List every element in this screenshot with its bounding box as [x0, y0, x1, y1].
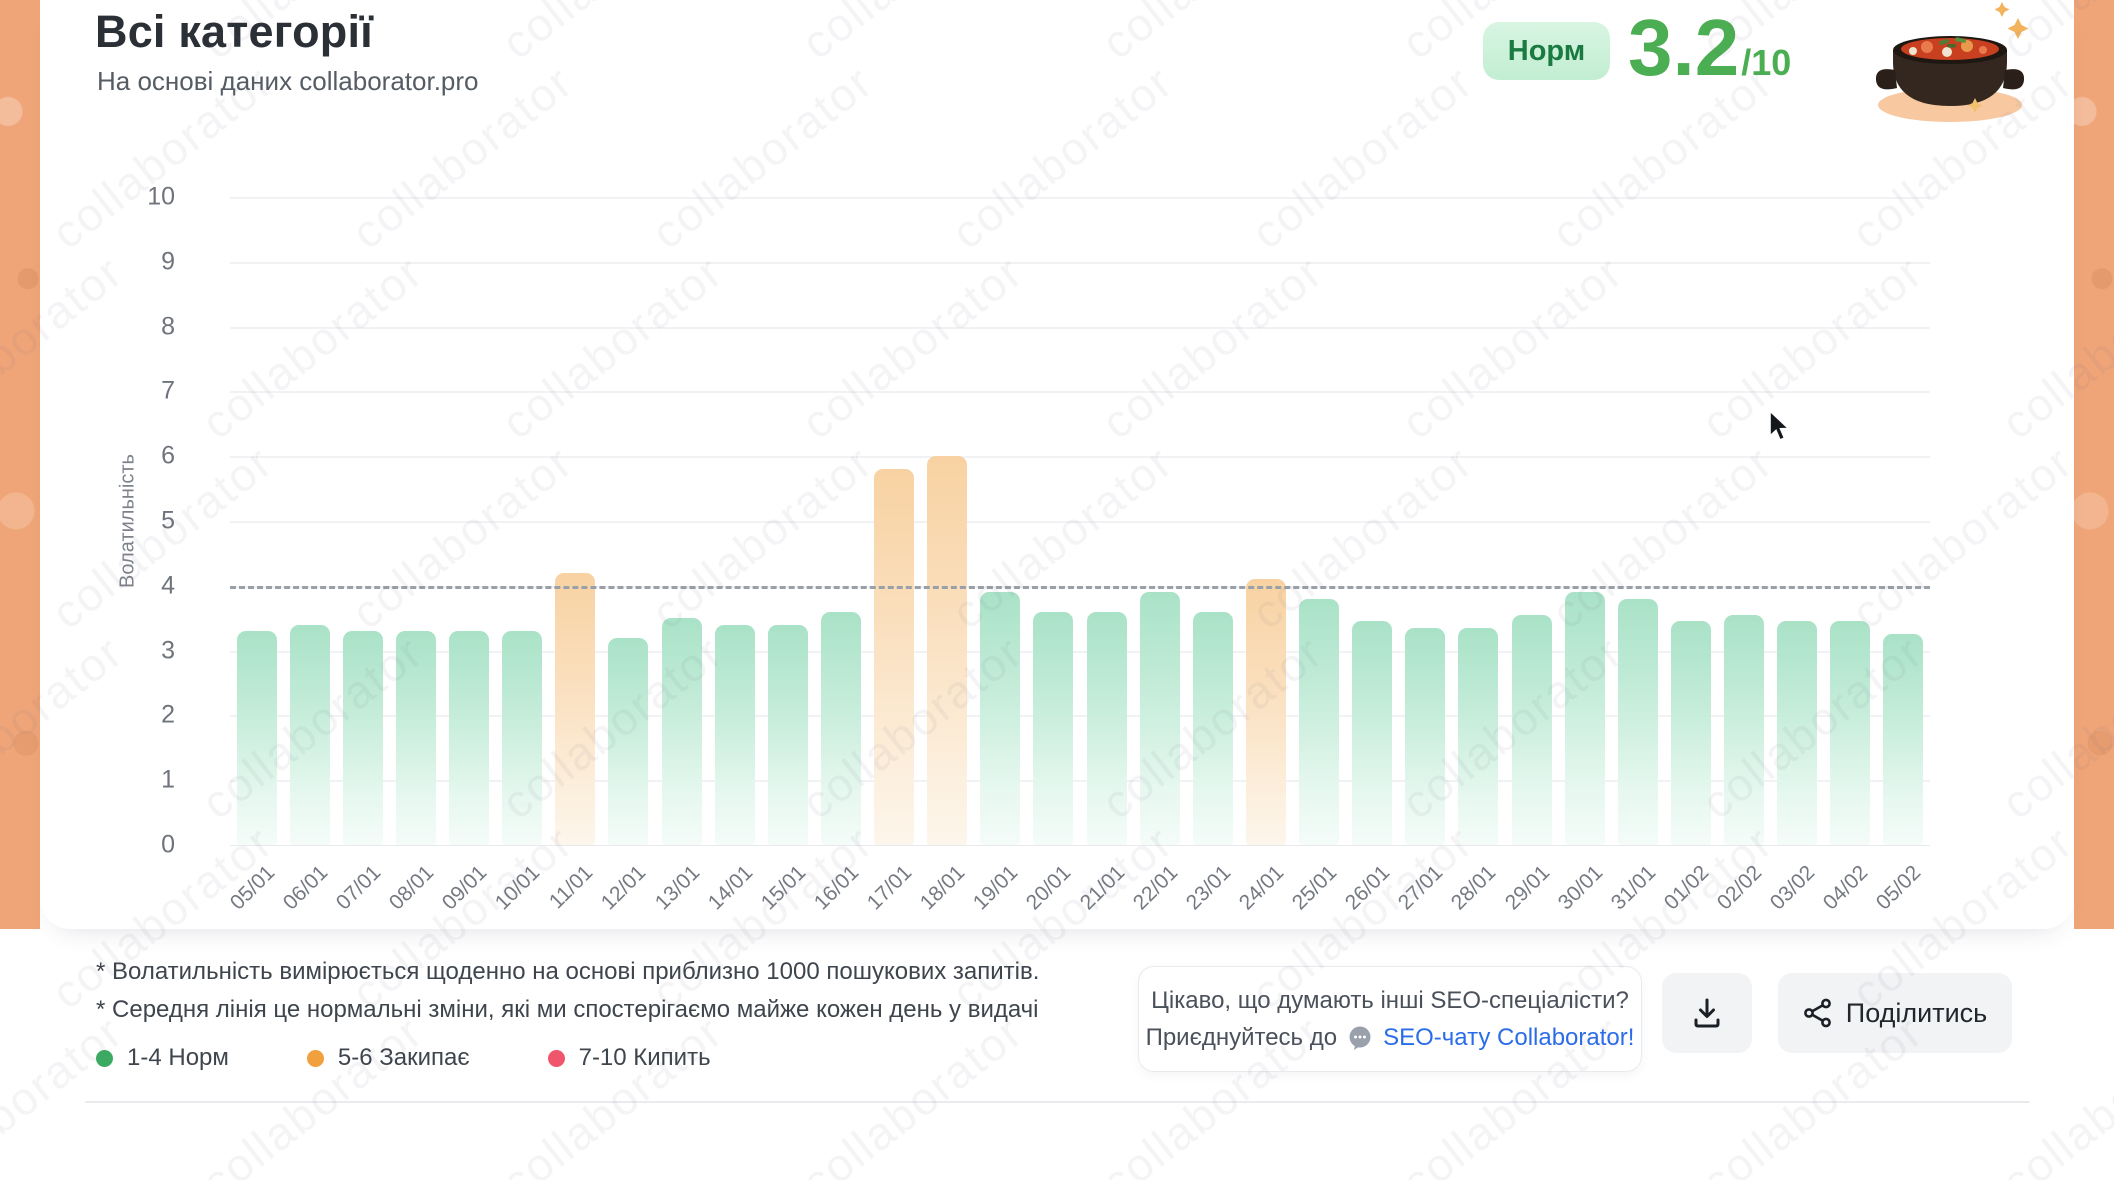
gridline: [230, 327, 1930, 329]
gridline: [230, 456, 1930, 458]
volatility-bar-31-01[interactable]: [1618, 599, 1658, 845]
volatility-bar-25-01[interactable]: [1299, 599, 1339, 845]
volatility-bar-26-01[interactable]: [1352, 621, 1392, 845]
page-title: Всі категорії: [95, 6, 373, 58]
legend-item-norm: 1-4 Норм: [96, 1044, 229, 1072]
share-button[interactable]: Поділитись: [1778, 973, 2012, 1053]
cta-question: Цікаво, що думають інші SEO-спеціалісти?: [1151, 987, 1629, 1015]
x-axis-baseline: [230, 845, 1930, 846]
mouse-cursor: [1768, 410, 1798, 444]
y-tick-label: 2: [115, 701, 175, 730]
y-tick-label: 0: [115, 831, 175, 860]
score-max: /10: [1741, 42, 1791, 84]
watermark-text: collaborator: [791, 1004, 1033, 1180]
volatility-bar-13-01[interactable]: [662, 618, 702, 845]
download-button[interactable]: [1662, 973, 1752, 1053]
volatility-bar-18-01[interactable]: [927, 456, 967, 845]
volatility-bar-05-01[interactable]: [237, 631, 277, 845]
volatility-bar-21-01[interactable]: [1087, 612, 1127, 845]
volatility-bar-05-02[interactable]: [1883, 634, 1923, 845]
volatility-widget-card: Всі категорії На основі даних collaborat…: [40, 0, 2074, 929]
legend-item-boiling: 7-10 Кипить: [548, 1044, 711, 1072]
legend-label: 1-4 Норм: [127, 1044, 229, 1072]
page-background-left: [0, 0, 40, 929]
volatility-bar-06-01[interactable]: [290, 625, 330, 845]
volatility-bar-09-01[interactable]: [449, 631, 489, 845]
page-subtitle: На основі даних collaborator.pro: [97, 66, 479, 97]
volatility-bar-17-01[interactable]: [874, 469, 914, 845]
volatility-score: 3.2 /10: [1628, 8, 1791, 88]
cta-join-prefix: Приєднуйтесь до: [1146, 1024, 1338, 1052]
plot-area: 05/0106/0107/0108/0109/0110/0111/0112/01…: [230, 197, 1930, 845]
footnote-normal-line: * Середня лінія це нормальні зміни, які …: [96, 996, 1039, 1024]
score-value: 3.2: [1628, 8, 1739, 88]
volatility-bar-27-01[interactable]: [1405, 628, 1445, 845]
volatility-bar-22-01[interactable]: [1140, 592, 1180, 845]
gridline: [230, 391, 1930, 393]
y-tick-label: 10: [115, 183, 175, 212]
seo-chat-cta-box: Цікаво, що думають інші SEO-спеціалісти?…: [1138, 966, 1642, 1072]
legend-dot-green: [96, 1050, 113, 1067]
speech-bubble-icon: [1347, 1025, 1373, 1051]
volatility-bar-07-01[interactable]: [343, 631, 383, 845]
volatility-bar-30-01[interactable]: [1565, 592, 1605, 845]
volatility-bar-12-01[interactable]: [608, 638, 648, 845]
volatility-bar-16-01[interactable]: [821, 612, 861, 845]
volatility-bar-20-01[interactable]: [1033, 612, 1073, 845]
volatility-bar-11-01[interactable]: [555, 573, 595, 845]
page-background-right: [2074, 0, 2114, 929]
legend-label: 7-10 Кипить: [579, 1044, 711, 1072]
y-tick-label: 7: [115, 377, 175, 406]
volatility-bar-23-01[interactable]: [1193, 612, 1233, 845]
borscht-pot-icon: [1855, 0, 2050, 128]
volatility-bar-29-01[interactable]: [1512, 615, 1552, 845]
volatility-bar-03-02[interactable]: [1777, 621, 1817, 845]
y-tick-label: 8: [115, 312, 175, 341]
chart-legend: 1-4 Норм 5-6 Закипає 7-10 Кипить: [96, 1044, 789, 1072]
volatility-bar-02-02[interactable]: [1724, 615, 1764, 845]
footer-divider: [85, 1101, 2030, 1103]
volatility-bar-14-01[interactable]: [715, 625, 755, 845]
cta-join-line: Приєднуйтесь до SEO-чату Collaborator!: [1146, 1024, 1635, 1052]
gridline: [230, 521, 1930, 523]
legend-item-boiling-up: 5-6 Закипає: [307, 1044, 470, 1072]
y-tick-label: 9: [115, 247, 175, 276]
watermark-text: collaborator: [0, 1004, 133, 1180]
download-icon: [1690, 996, 1724, 1030]
volatility-bar-24-01[interactable]: [1246, 579, 1286, 845]
volatility-bar-04-02[interactable]: [1830, 621, 1870, 845]
footnote-measurement: * Волатильність вимірюється щоденно на о…: [96, 958, 1039, 986]
volatility-bar-10-01[interactable]: [502, 631, 542, 845]
volatility-bar-15-01[interactable]: [768, 625, 808, 845]
normal-level-dashed-line: [230, 586, 1930, 589]
legend-dot-red: [548, 1050, 565, 1067]
y-tick-label: 3: [115, 636, 175, 665]
watermark-text: collaborator: [191, 1004, 433, 1180]
y-tick-label: 5: [115, 507, 175, 536]
seo-chat-link[interactable]: SEO-чату Collaborator!: [1383, 1024, 1634, 1052]
share-button-label: Поділитись: [1846, 998, 1987, 1029]
volatility-bar-08-01[interactable]: [396, 631, 436, 845]
volatility-bar-19-01[interactable]: [980, 592, 1020, 845]
gridline: [230, 262, 1930, 264]
y-tick-label: 6: [115, 442, 175, 471]
share-nodes-icon: [1803, 998, 1833, 1028]
gridline: [230, 197, 1930, 199]
watermark-text: collaborator: [491, 1004, 733, 1180]
y-tick-label: 1: [115, 766, 175, 795]
y-tick-label: 4: [115, 571, 175, 600]
legend-label: 5-6 Закипає: [338, 1044, 470, 1072]
status-badge: Норм: [1483, 22, 1610, 80]
legend-dot-orange: [307, 1050, 324, 1067]
volatility-bar-01-02[interactable]: [1671, 621, 1711, 845]
volatility-bar-28-01[interactable]: [1458, 628, 1498, 845]
